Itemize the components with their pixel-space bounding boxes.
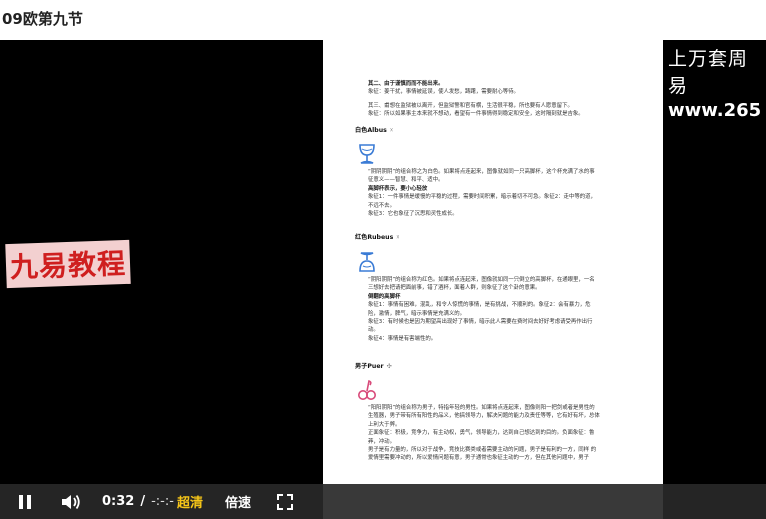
doc-line: 不远不去。 bbox=[368, 202, 395, 209]
doc-line: “阳阳阴阳”的组合称为男子，特指年轻的男性。如果将点连起来，图像则阳一把剑或者是… bbox=[368, 405, 595, 411]
doc-line: 高脚杯表示，要小心轻放 bbox=[368, 185, 428, 192]
speaker-icon bbox=[62, 494, 80, 509]
paragraph-1: 其二、由于谨慎而而不能出来。象征：姜干扰，事情被延误，使人发愁，踌躇，需要耐心等… bbox=[368, 80, 519, 97]
puer-text: “阳阳阴阳”的组合称为男子，特指年轻的男性。如果将点连起来，图像则阳一把剑或者是… bbox=[368, 404, 600, 463]
time-display: 0:32 / -:-:- bbox=[102, 484, 174, 519]
player-controls: 0:32 / -:-:- 超清 倍速 bbox=[0, 484, 766, 519]
doc-line: 象征1：事情有困难，混乱，和令人惊慌的事情，是有挑战，不顺利的。象征2：会有暴力… bbox=[368, 302, 591, 309]
watermark-right-line2: www.265 bbox=[668, 100, 762, 121]
page-title: 09欧第九节 bbox=[2, 10, 83, 28]
doc-line: 动。 bbox=[368, 327, 379, 334]
doc-line: 生殖器，男子带有所有阳性的品义，他搞领导力，解决问题的能力及责任等等，它有好有坏… bbox=[368, 413, 600, 420]
doc-line: 其三、甫想在监狱被以离开，但监狱警和官有横，生活很平稳，所也要有人愿意留下。 bbox=[368, 103, 573, 109]
watermark-right-line1: 上万套周易 bbox=[668, 48, 749, 97]
document-page: 其二、由于谨慎而而不能出来。象征：姜干扰，事情被延误，使人发愁，踌躇，需要耐心等… bbox=[323, 40, 663, 519]
doc-line: 象征3：它也象征了沉思和灵性成长。 bbox=[368, 211, 458, 218]
goblet-icon bbox=[356, 142, 378, 166]
speed-button[interactable]: 倍速 bbox=[225, 484, 251, 519]
watermark-left: 九易教程 bbox=[5, 239, 131, 289]
volume-button[interactable] bbox=[60, 484, 86, 519]
duration: -:-:- bbox=[151, 494, 174, 509]
watermark-right: 上万套周易 www.265 bbox=[668, 44, 766, 121]
fullscreen-icon bbox=[277, 493, 293, 510]
pause-icon bbox=[19, 494, 23, 509]
doc-line: 象征：所以如果事主本来就不想动，看望有一件事情得到稳定和安全，这时隔刻就是吉象。 bbox=[368, 111, 584, 118]
video-player[interactable]: 九易教程 上万套周易 www.265 其二、由于谨慎而而不能出来。象征：姜干扰，… bbox=[0, 40, 766, 519]
doc-line: 上利大于弊。 bbox=[368, 421, 401, 428]
quality-button[interactable]: 超清 bbox=[177, 484, 203, 519]
doc-line: 莽，冲动。 bbox=[368, 438, 395, 445]
doc-line: 象征：姜干扰，事情被延误，使人发愁，踌躇，需要耐心等待。 bbox=[368, 89, 519, 96]
section-title-puer: 男子Puer ✣ bbox=[355, 363, 392, 370]
puer-symbol-icon bbox=[356, 378, 378, 402]
fullscreen-button[interactable] bbox=[276, 484, 296, 519]
doc-line: 倒翻的高脚杯 bbox=[368, 293, 401, 300]
doc-line: 爱情里需要冲动的，所以爱情问题有意，男子通常也象征主动的一方，但在其他问题中，男… bbox=[368, 455, 590, 462]
inverted-goblet-icon bbox=[356, 250, 378, 274]
rubeus-text: “阴阳阴阴”的组合称为红色。如果将点连起来，图像就如同一只倒立的高脚杯，在通眼里… bbox=[368, 276, 595, 343]
doc-line: 象征3：有时候也是因为期望高出现好了事情，暗示此人需要在费时间去好好考虑请受再作… bbox=[368, 319, 593, 326]
doc-line: “阴阳阴阴”的组合称为红色。如果将点连起来，图像就如同一只倒立的高脚杯，在通眼里… bbox=[368, 277, 595, 283]
doc-line: 三想好去把请把面前事，错了酒杯，面着人群，则象征了这个卦的意果。 bbox=[368, 285, 541, 292]
paragraph-2: 其三、甫想在监狱被以离开，但监狱警和官有横，生活很平稳，所也要有人愿意留下。象征… bbox=[368, 102, 584, 119]
page-header: 09欧第九节 bbox=[0, 0, 766, 40]
doc-line: 征意义——智慧、和平、适中。 bbox=[368, 177, 444, 184]
doc-line: 险，激情，脾气，暗示事情是充满义的。 bbox=[368, 310, 466, 317]
time-separator: / bbox=[140, 494, 146, 509]
doc-line: 其二、由于谨慎而而不能出来。 bbox=[368, 81, 444, 87]
section-title-albus: 白色Albus ☓ bbox=[355, 127, 394, 134]
doc-line: 象征1：一件事情是缓慢的平稳的过程，需要时间积累，暗示着切不可急。象征2：走中等… bbox=[368, 194, 596, 201]
section-title-rubeus: 红色Rubeus ☓ bbox=[355, 234, 400, 241]
albus-text: “阴阴阴阴”的组合称之为白色。如果将点连起来，图像就如同一只高脚杯，这个杯充满了… bbox=[368, 168, 596, 218]
current-time: 0:32 bbox=[102, 494, 135, 509]
pause-button[interactable] bbox=[14, 484, 36, 519]
doc-line: 象征4：事情是有害端性的。 bbox=[368, 335, 437, 342]
doc-line: 正面象征：积极，竞争力，有主动权，勇气，领导能力，达到自己想达到的目的。负面象征… bbox=[368, 430, 595, 437]
doc-line: 男子是有力量的，所以对于战争，竞技比赛类或者需要主动的问题，男子是有利的一方，同… bbox=[368, 447, 597, 454]
doc-line: “阴阴阴阴”的组合称之为白色。如果将点连起来，图像就如同一只高脚杯，这个杯充满了… bbox=[368, 169, 595, 175]
